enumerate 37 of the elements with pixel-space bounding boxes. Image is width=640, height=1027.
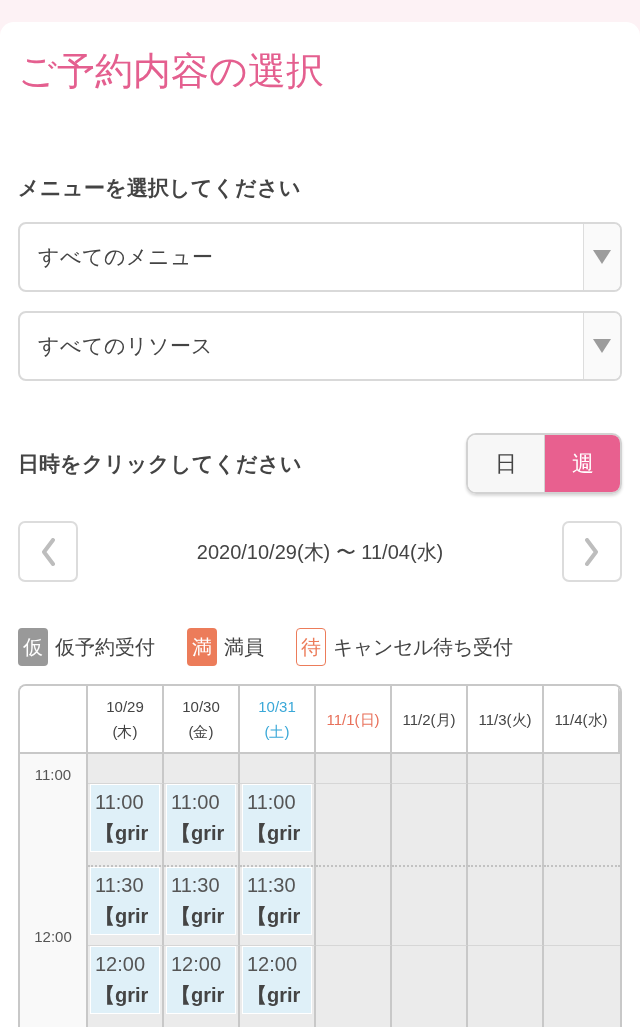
day-header: 10/29 (木) — [106, 697, 144, 742]
caret-icon — [593, 339, 611, 353]
day-header: 11/1(日) — [326, 709, 380, 730]
time-slot[interactable]: 11:30 【grir — [90, 867, 160, 935]
day-header: 10/31 (土) — [258, 697, 296, 742]
day-header: 11/3(火) — [478, 709, 532, 730]
legend-label: 仮予約受付 — [55, 635, 155, 660]
legend-badge: 満 — [187, 628, 217, 666]
day-header: 11/2(月) — [402, 709, 456, 730]
time-label: 12:00 — [34, 929, 72, 945]
legend-label: 満員 — [224, 635, 264, 660]
time-slot[interactable]: 11:30 【grir — [166, 867, 236, 935]
next-button[interactable] — [562, 521, 622, 582]
time-slot[interactable]: 12:00 【grir — [242, 946, 312, 1014]
day-header: 10/30 (金) — [182, 697, 220, 742]
time-slot[interactable]: 12:00 【grir — [166, 946, 236, 1014]
section-label: メニューを選択してください — [18, 175, 301, 201]
view-tab[interactable]: 日 — [468, 435, 544, 492]
time-slot[interactable]: 11:00 【grir — [166, 784, 236, 852]
time-slot[interactable]: 11:30 【grir — [242, 867, 312, 935]
time-slot[interactable]: 11:00 【grir — [90, 784, 160, 852]
chevron-left-icon — [41, 537, 55, 566]
page-title: ご予約内容の選択 — [18, 49, 324, 94]
previous-button[interactable] — [18, 521, 78, 582]
legend-badge: 仮 — [18, 628, 48, 666]
date-range-text: 2020/10/29(木) 〜 11/04(水) — [196, 539, 444, 565]
section-label: 日時をクリックしてください — [18, 450, 302, 477]
chevron-right-icon — [585, 537, 599, 566]
legend-badge: 待 — [296, 628, 326, 666]
time-slot[interactable]: 12:00 【grir — [90, 946, 160, 1014]
time-label: 11:00 — [34, 767, 72, 783]
day-header: 11/4(水) — [554, 709, 608, 730]
legend-label: キャンセル待ち受付 — [333, 635, 513, 660]
time-slot[interactable]: 11:00 【grir — [242, 784, 312, 852]
caret-icon — [593, 250, 611, 264]
dropdown-select[interactable]: すべてのリソース — [18, 311, 622, 381]
dropdown-select[interactable]: すべてのメニュー — [18, 222, 622, 292]
